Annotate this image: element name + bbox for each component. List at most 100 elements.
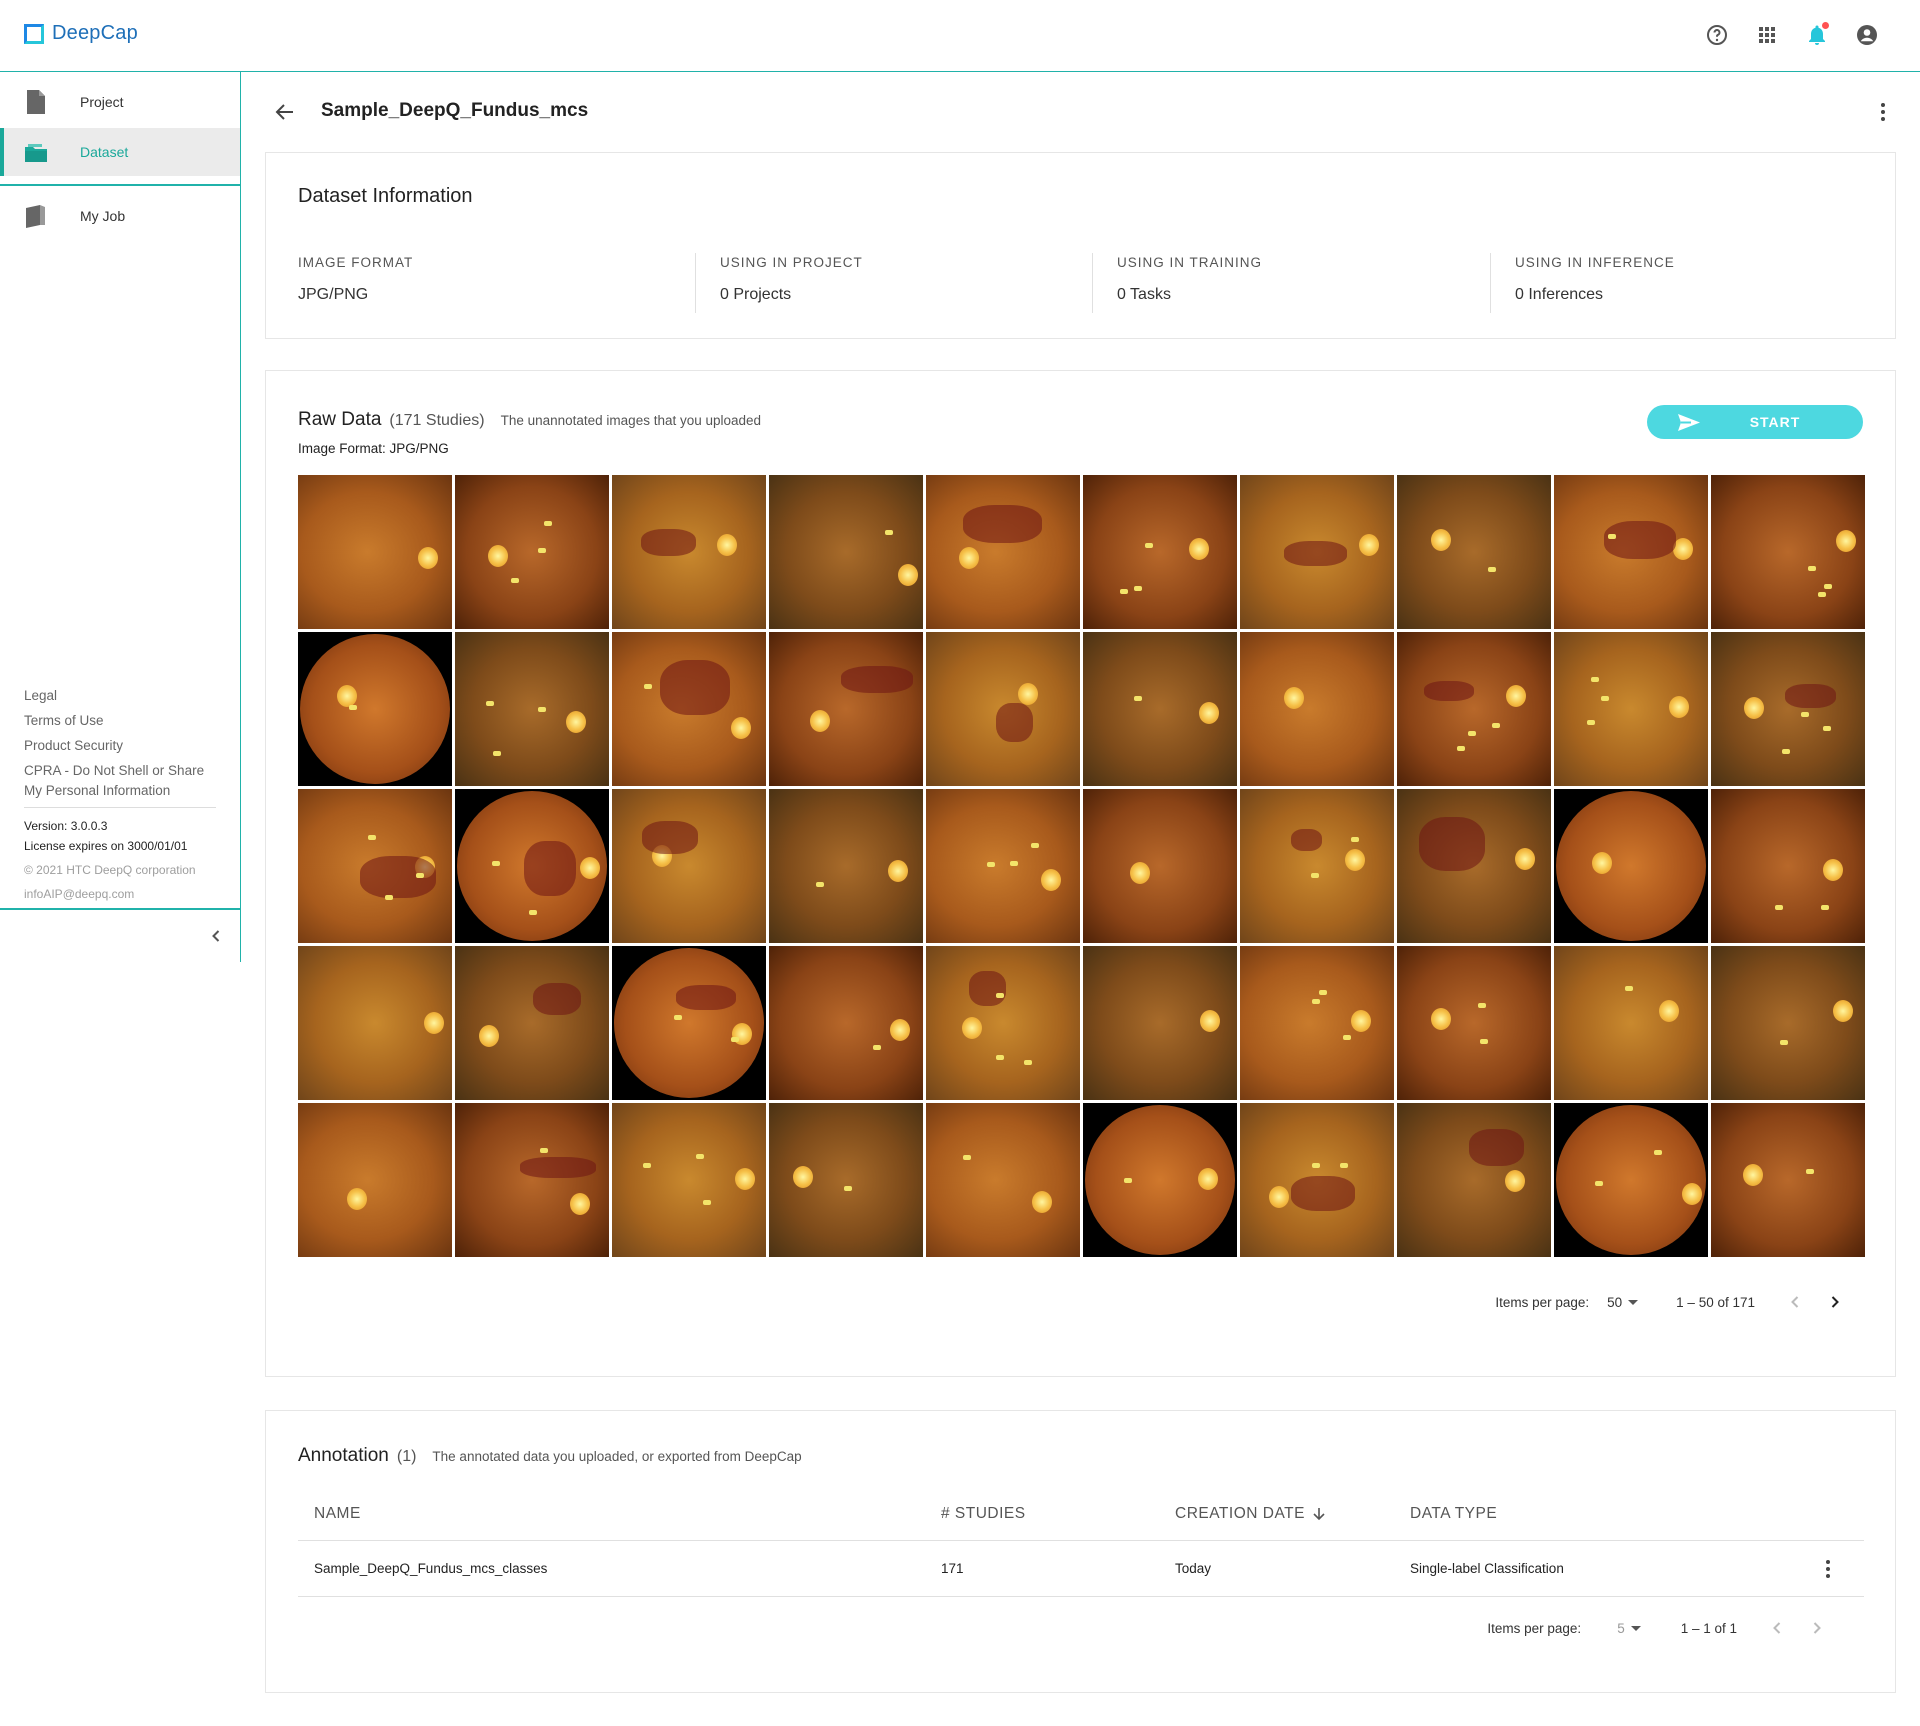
info-value: 0 Inferences	[1515, 286, 1604, 303]
collapse-sidebar-icon[interactable]	[206, 926, 226, 946]
table-row[interactable]: Sample_DeepQ_Fundus_mcs_classes 171 Toda…	[298, 1541, 1864, 1597]
fundus-image-thumbnail[interactable]	[1554, 946, 1708, 1100]
fundus-image-thumbnail[interactable]	[612, 1103, 766, 1257]
fundus-image-thumbnail[interactable]	[926, 946, 1080, 1100]
fundus-image	[300, 634, 450, 784]
next-page-icon[interactable]	[1825, 1292, 1845, 1312]
items-per-page-value: 5	[1617, 1620, 1625, 1636]
fundus-image-thumbnail[interactable]	[769, 1103, 923, 1257]
next-page-icon[interactable]	[1807, 1618, 1827, 1638]
legal-links: Legal Terms of Use Product Security CPRA…	[24, 686, 216, 904]
fundus-image-thumbnail[interactable]	[298, 789, 452, 943]
fundus-image-thumbnail[interactable]	[298, 1103, 452, 1257]
fundus-image-thumbnail[interactable]	[769, 946, 923, 1100]
fundus-image-thumbnail[interactable]	[1240, 632, 1394, 786]
fundus-image-thumbnail[interactable]	[1083, 789, 1237, 943]
fundus-image-thumbnail[interactable]	[769, 789, 923, 943]
items-per-page-value: 50	[1607, 1294, 1623, 1310]
fundus-image-thumbnail[interactable]	[298, 946, 452, 1100]
fundus-image-thumbnail[interactable]	[1083, 946, 1237, 1100]
fundus-image-thumbnail[interactable]	[1240, 789, 1394, 943]
fundus-image	[457, 791, 607, 941]
exudate-spot	[1023, 1059, 1032, 1065]
start-button[interactable]: START	[1647, 405, 1863, 439]
fundus-image-thumbnail[interactable]	[612, 789, 766, 943]
info-using-in-project: USING IN PROJECT 0 Projects	[695, 253, 863, 313]
fundus-image-thumbnail[interactable]	[455, 475, 609, 629]
fundus-image-thumbnail[interactable]	[769, 632, 923, 786]
exudate-spot	[1311, 998, 1320, 1004]
items-per-page-select[interactable]: 5	[1617, 1621, 1641, 1636]
help-icon[interactable]	[1704, 22, 1730, 48]
prev-page-icon[interactable]	[1785, 1292, 1805, 1312]
sidebar-item-dataset[interactable]: Dataset	[0, 128, 240, 176]
optic-disc	[897, 563, 918, 586]
fundus-image-thumbnail[interactable]	[926, 475, 1080, 629]
legal-link[interactable]: Legal	[24, 686, 216, 706]
email-link[interactable]: infoAIP@deepq.com	[24, 884, 216, 904]
fundus-image-thumbnail[interactable]	[1083, 632, 1237, 786]
fundus-image-thumbnail[interactable]	[1397, 946, 1551, 1100]
fundus-image-thumbnail[interactable]	[1554, 632, 1708, 786]
fundus-image-thumbnail[interactable]	[926, 632, 1080, 786]
lesion-region	[1290, 828, 1322, 852]
fundus-image-thumbnail[interactable]	[1554, 475, 1708, 629]
exudate-spot	[1478, 1003, 1487, 1009]
fundus-image-thumbnail[interactable]	[1554, 1103, 1708, 1257]
fundus-image-thumbnail[interactable]	[1711, 946, 1865, 1100]
fundus-image-thumbnail[interactable]	[1397, 475, 1551, 629]
exudate-spot	[537, 707, 546, 713]
fundus-image-thumbnail[interactable]	[1397, 789, 1551, 943]
bell-icon[interactable]	[1804, 22, 1830, 48]
more-vert-icon[interactable]	[1871, 100, 1895, 124]
optic-disc	[1822, 858, 1843, 881]
prev-page-icon[interactable]	[1767, 1618, 1787, 1638]
product-security-link[interactable]: Product Security	[24, 736, 216, 756]
fundus-image-thumbnail[interactable]	[1083, 475, 1237, 629]
raw-data-paginator: Items per page: 50 1 – 50 of 171	[1495, 1292, 1845, 1312]
account-icon[interactable]	[1854, 22, 1880, 48]
exudate-spot	[885, 530, 893, 536]
sidebar-bottom-divider	[0, 908, 240, 910]
fundus-image-thumbnail[interactable]	[1083, 1103, 1237, 1257]
lesion-region	[532, 982, 581, 1016]
annotation-description: The annotated data you uploaded, or expo…	[432, 1449, 802, 1464]
optic-disc	[580, 856, 601, 879]
fundus-image-thumbnail[interactable]	[1711, 1103, 1865, 1257]
fundus-image-thumbnail[interactable]	[612, 946, 766, 1100]
exudate-spot	[510, 577, 519, 583]
cpra-link[interactable]: CPRA - Do Not Shell or Share My Personal…	[24, 761, 216, 801]
app-logo[interactable]: DeepCap	[24, 22, 138, 45]
terms-of-use-link[interactable]: Terms of Use	[24, 711, 216, 731]
fundus-image-thumbnail[interactable]	[1397, 1103, 1551, 1257]
fundus-image-thumbnail[interactable]	[1711, 632, 1865, 786]
fundus-image-thumbnail[interactable]	[1240, 1103, 1394, 1257]
fundus-image-thumbnail[interactable]	[926, 789, 1080, 943]
back-arrow-icon[interactable]	[273, 100, 297, 124]
optic-disc	[346, 1187, 367, 1210]
column-header-creation-date[interactable]: CREATION DATE	[1175, 1487, 1327, 1540]
fundus-image-thumbnail[interactable]	[455, 632, 609, 786]
fundus-image-thumbnail[interactable]	[298, 632, 452, 786]
fundus-image-thumbnail[interactable]	[1240, 946, 1394, 1100]
fundus-image-thumbnail[interactable]	[455, 789, 609, 943]
apps-grid-icon[interactable]	[1754, 22, 1780, 48]
fundus-image-thumbnail[interactable]	[1397, 632, 1551, 786]
sidebar-item-project[interactable]: Project	[0, 78, 240, 126]
fundus-image-thumbnail[interactable]	[1554, 789, 1708, 943]
fundus-image-thumbnail[interactable]	[769, 475, 923, 629]
fundus-image-thumbnail[interactable]	[612, 475, 766, 629]
fundus-image-thumbnail[interactable]	[455, 946, 609, 1100]
fundus-image-thumbnail[interactable]	[455, 1103, 609, 1257]
fundus-image-thumbnail[interactable]	[612, 632, 766, 786]
fundus-image-thumbnail[interactable]	[1711, 789, 1865, 943]
fundus-image-thumbnail[interactable]	[926, 1103, 1080, 1257]
fundus-image-thumbnail[interactable]	[298, 475, 452, 629]
optic-disc	[1669, 696, 1690, 719]
items-per-page-select[interactable]: 50	[1607, 1294, 1639, 1310]
exudate-spot	[1030, 843, 1039, 849]
row-more-vert-icon[interactable]	[1816, 1557, 1840, 1581]
fundus-image-thumbnail[interactable]	[1240, 475, 1394, 629]
sidebar-item-my-job[interactable]: My Job	[0, 192, 240, 240]
fundus-image-thumbnail[interactable]	[1711, 475, 1865, 629]
